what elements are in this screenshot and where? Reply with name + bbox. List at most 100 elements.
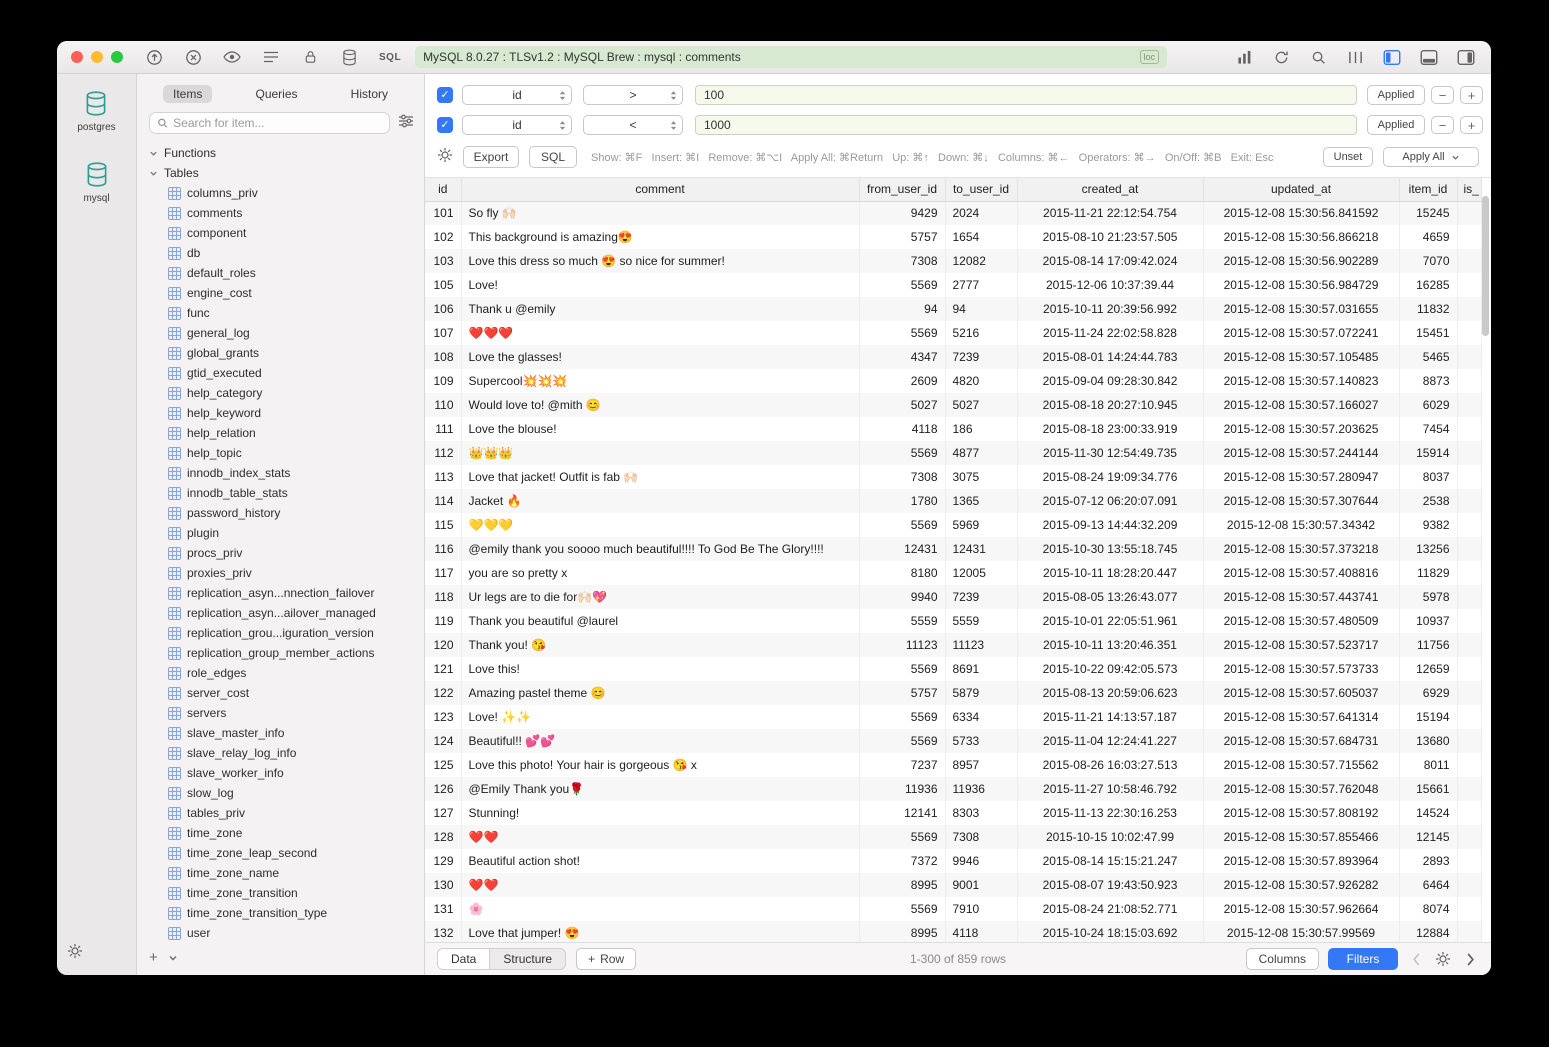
cell-id[interactable]: 110 bbox=[425, 393, 461, 417]
table-row[interactable]: 123 Love! ✨✨ 5569 6334 2015-11-21 14:13:… bbox=[425, 705, 1481, 729]
table-row[interactable]: 132 Love that jumper! 😍 8995 4118 2015-1… bbox=[425, 921, 1481, 942]
functions-group[interactable]: Functions bbox=[149, 143, 424, 163]
table-item[interactable]: slave_master_info bbox=[149, 723, 424, 743]
cell-to-user-id[interactable]: 4118 bbox=[945, 921, 1017, 942]
cell-updated-at[interactable]: 2015-12-08 15:30:57.926282 bbox=[1203, 873, 1399, 897]
cell-item-id[interactable]: 7454 bbox=[1399, 417, 1457, 441]
cell-is[interactable] bbox=[1457, 321, 1481, 345]
cell-is[interactable] bbox=[1457, 753, 1481, 777]
tab-queries[interactable]: Queries bbox=[245, 85, 307, 103]
cell-item-id[interactable]: 2538 bbox=[1399, 489, 1457, 513]
search-icon[interactable] bbox=[1309, 48, 1327, 66]
cell-from-user-id[interactable]: 8995 bbox=[859, 873, 945, 897]
filter-column-select[interactable]: id bbox=[462, 85, 572, 105]
cell-to-user-id[interactable]: 5559 bbox=[945, 609, 1017, 633]
cell-is[interactable] bbox=[1457, 513, 1481, 537]
cell-is[interactable] bbox=[1457, 393, 1481, 417]
cell-item-id[interactable]: 6929 bbox=[1399, 681, 1457, 705]
cell-updated-at[interactable]: 2015-12-08 15:30:57.99569 bbox=[1203, 921, 1399, 942]
table-item[interactable]: func bbox=[149, 303, 424, 323]
table-item[interactable]: tables_priv bbox=[149, 803, 424, 823]
disconnect-icon[interactable] bbox=[184, 48, 202, 66]
cell-created-at[interactable]: 2015-09-13 14:44:32.209 bbox=[1017, 513, 1203, 537]
cell-to-user-id[interactable]: 1654 bbox=[945, 225, 1017, 249]
table-row[interactable]: 118 Ur legs are to die for🙌🏻💖 9940 7239 … bbox=[425, 585, 1481, 609]
cell-id[interactable]: 128 bbox=[425, 825, 461, 849]
cell-comment[interactable]: Supercool💥💥💥 bbox=[461, 369, 859, 393]
cell-to-user-id[interactable]: 11936 bbox=[945, 777, 1017, 801]
table-row[interactable]: 114 Jacket 🔥 1780 1365 2015-07-12 06:20:… bbox=[425, 489, 1481, 513]
cell-created-at[interactable]: 2015-12-06 10:37:39.44 bbox=[1017, 273, 1203, 297]
cell-created-at[interactable]: 2015-08-24 19:09:34.776 bbox=[1017, 465, 1203, 489]
cell-id[interactable]: 115 bbox=[425, 513, 461, 537]
apply-all-button[interactable]: Apply All bbox=[1383, 147, 1479, 167]
cell-updated-at[interactable]: 2015-12-08 15:30:57.480509 bbox=[1203, 609, 1399, 633]
cell-comment[interactable]: Beautiful action shot! bbox=[461, 849, 859, 873]
cell-id[interactable]: 113 bbox=[425, 465, 461, 489]
cell-is[interactable] bbox=[1457, 537, 1481, 561]
table-item[interactable]: time_zone_transition bbox=[149, 883, 424, 903]
cell-comment[interactable]: Would love to! @mith 😊 bbox=[461, 393, 859, 417]
cell-updated-at[interactable]: 2015-12-08 15:30:57.280947 bbox=[1203, 465, 1399, 489]
table-item[interactable]: replication_asyn...ailover_managed bbox=[149, 603, 424, 623]
cell-created-at[interactable]: 2015-11-04 12:24:41.227 bbox=[1017, 729, 1203, 753]
cell-from-user-id[interactable]: 7237 bbox=[859, 753, 945, 777]
column-width-icon[interactable] bbox=[1346, 48, 1364, 66]
cell-to-user-id[interactable]: 5027 bbox=[945, 393, 1017, 417]
cell-created-at[interactable]: 2015-08-10 21:23:57.505 bbox=[1017, 225, 1203, 249]
cell-updated-at[interactable]: 2015-12-08 15:30:57.605037 bbox=[1203, 681, 1399, 705]
cell-from-user-id[interactable]: 12141 bbox=[859, 801, 945, 825]
filters-button[interactable]: Filters bbox=[1328, 948, 1398, 970]
cell-comment[interactable]: Thank you! 😘 bbox=[461, 633, 859, 657]
cell-item-id[interactable]: 8037 bbox=[1399, 465, 1457, 489]
cell-from-user-id[interactable]: 5027 bbox=[859, 393, 945, 417]
cell-from-user-id[interactable]: 11936 bbox=[859, 777, 945, 801]
cell-updated-at[interactable]: 2015-12-08 15:30:57.808192 bbox=[1203, 801, 1399, 825]
cell-created-at[interactable]: 2015-09-04 09:28:30.842 bbox=[1017, 369, 1203, 393]
cell-id[interactable]: 127 bbox=[425, 801, 461, 825]
table-row[interactable]: 121 Love this! 5569 8691 2015-10-22 09:4… bbox=[425, 657, 1481, 681]
remove-filter-button[interactable]: − bbox=[1431, 86, 1454, 104]
add-row-button[interactable]: + Row bbox=[576, 948, 636, 970]
cell-id[interactable]: 102 bbox=[425, 225, 461, 249]
refresh-icon[interactable] bbox=[1272, 48, 1290, 66]
cell-comment[interactable]: Love this! bbox=[461, 657, 859, 681]
table-row[interactable]: 111 Love the blouse! 4118 186 2015-08-18… bbox=[425, 417, 1481, 441]
next-page-icon[interactable] bbox=[1461, 950, 1479, 968]
cell-item-id[interactable]: 11829 bbox=[1399, 561, 1457, 585]
cell-id[interactable]: 112 bbox=[425, 441, 461, 465]
cell-item-id[interactable]: 12145 bbox=[1399, 825, 1457, 849]
cell-is[interactable] bbox=[1457, 369, 1481, 393]
cell-to-user-id[interactable]: 7239 bbox=[945, 345, 1017, 369]
table-item[interactable]: user bbox=[149, 923, 424, 943]
column-header-id[interactable]: id bbox=[425, 178, 461, 201]
table-item[interactable]: replication_grou...iguration_version bbox=[149, 623, 424, 643]
table-item[interactable]: replication_asyn...nnection_failover bbox=[149, 583, 424, 603]
cell-created-at[interactable]: 2015-07-12 06:20:07.091 bbox=[1017, 489, 1203, 513]
cell-id[interactable]: 121 bbox=[425, 657, 461, 681]
table-row[interactable]: 122 Amazing pastel theme 😊 5757 5879 201… bbox=[425, 681, 1481, 705]
cell-item-id[interactable]: 13256 bbox=[1399, 537, 1457, 561]
cell-to-user-id[interactable]: 7239 bbox=[945, 585, 1017, 609]
cell-updated-at[interactable]: 2015-12-08 15:30:57.203625 bbox=[1203, 417, 1399, 441]
cell-item-id[interactable]: 7070 bbox=[1399, 249, 1457, 273]
app-settings-gear-icon[interactable] bbox=[67, 943, 83, 964]
cell-is[interactable] bbox=[1457, 921, 1481, 942]
cell-to-user-id[interactable]: 8303 bbox=[945, 801, 1017, 825]
cell-item-id[interactable]: 8074 bbox=[1399, 897, 1457, 921]
cell-to-user-id[interactable]: 9001 bbox=[945, 873, 1017, 897]
table-item[interactable]: time_zone_transition_type bbox=[149, 903, 424, 923]
table-row[interactable]: 124 Beautiful!! 💕💕 5569 5733 2015-11-04 … bbox=[425, 729, 1481, 753]
cell-item-id[interactable]: 14524 bbox=[1399, 801, 1457, 825]
cell-id[interactable]: 119 bbox=[425, 609, 461, 633]
cell-comment[interactable]: ❤️❤️ bbox=[461, 825, 859, 849]
cell-item-id[interactable]: 2893 bbox=[1399, 849, 1457, 873]
cell-is[interactable] bbox=[1457, 249, 1481, 273]
cell-updated-at[interactable]: 2015-12-08 15:30:57.307644 bbox=[1203, 489, 1399, 513]
cell-is[interactable] bbox=[1457, 297, 1481, 321]
cell-updated-at[interactable]: 2015-12-08 15:30:57.105485 bbox=[1203, 345, 1399, 369]
cell-from-user-id[interactable]: 7372 bbox=[859, 849, 945, 873]
cell-item-id[interactable]: 9382 bbox=[1399, 513, 1457, 537]
cell-id[interactable]: 129 bbox=[425, 849, 461, 873]
cell-item-id[interactable]: 16285 bbox=[1399, 273, 1457, 297]
